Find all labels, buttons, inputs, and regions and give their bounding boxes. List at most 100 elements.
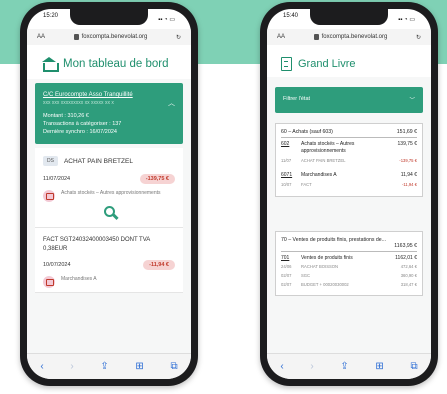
page-content: Mon tableau de bord C/C Eurocompte Asso … <box>27 47 191 353</box>
entry-date: 02/07 <box>281 281 292 287</box>
address-bar[interactable]: AA foxcompta.benevolat.org ↻ <box>267 29 431 45</box>
page-header: Mon tableau de bord <box>27 47 191 79</box>
transaction-category[interactable]: Marchandises A <box>43 276 175 289</box>
ledger-book-icon <box>281 57 292 71</box>
entry-date: 02/07 <box>281 273 292 279</box>
cart-icon <box>43 276 55 289</box>
share-icon[interactable]: ⇪ <box>340 361 348 372</box>
entry-label: RACHAT BOISSON <box>301 264 339 270</box>
url-field[interactable]: foxcompta.benevolat.org <box>313 34 388 40</box>
line-amount: 1162,01 € <box>395 254 417 261</box>
phone-left-screen: 15:20 ▪▪ ◔ ▭ AA foxcompta.benevolat.org … <box>27 9 191 379</box>
bookmarks-icon[interactable]: ⊞ <box>375 361 383 372</box>
tabs-icon[interactable]: ⧉ <box>170 361 177 372</box>
entry-amount: -139,75 € <box>399 157 417 163</box>
phone-right-screen: 15:40 ▪▪ ◔ ▭ AA foxcompta.benevolat.org … <box>267 9 431 379</box>
cart-icon <box>43 190 55 203</box>
account-name[interactable]: C/C Eurocompte Asso Tranquillité <box>43 91 175 100</box>
entry-label: ACHAT PAIN BRETZEL <box>301 157 346 163</box>
phone-left: 15:20 ▪▪ ◔ ▭ AA foxcompta.benevolat.org … <box>20 2 198 386</box>
reload-icon[interactable]: ↻ <box>176 34 181 41</box>
reload-icon[interactable]: ↻ <box>416 34 421 41</box>
ledger-entry: 24/06 RACHAT BOISSON 472,64 € <box>281 264 417 270</box>
url-field[interactable]: foxcompta.benevolat.org <box>73 34 148 40</box>
search-icon <box>103 206 115 218</box>
account-to-categorize: Transactions à catégoriser : 137 <box>43 120 122 127</box>
transaction-label: FACT SGT24032400003450 DONT TVA 0,38EUR <box>43 237 150 253</box>
transaction-meta: 10/07/2024 -11,94 € <box>43 260 175 271</box>
section-total: 1163,95 € <box>394 242 417 249</box>
transaction-item[interactable]: FACT SGT24032400003450 DONT TVA 0,38EUR … <box>35 228 183 294</box>
ledger-line[interactable]: 6071 Marchandises A 11,94 € <box>281 172 417 179</box>
ledger-entry: 11/07 ACHAT PAIN BRETZEL -139,75 € <box>281 158 417 164</box>
filter-toggle[interactable]: Filtrer l'état ﹀ <box>275 87 423 113</box>
chevron-up-icon[interactable]: ︿ <box>168 99 175 110</box>
entry-amount: 360,90 € <box>400 273 417 279</box>
transaction-badge: DS <box>43 156 58 167</box>
entry-label: BUDGET + 00020030002 <box>301 281 349 287</box>
category-label: Marchandises A <box>61 276 97 283</box>
ledger-line[interactable]: 701 Ventes de produits finis 1162,01 € <box>281 255 417 262</box>
ledger-section-header: 70 – Ventes de produits finis, prestatio… <box>281 237 417 252</box>
back-icon[interactable]: ‹ <box>280 361 283 372</box>
status-time: 15:20 <box>43 13 59 19</box>
back-icon[interactable]: ‹ <box>40 361 43 372</box>
line-amount: 11,94 € <box>400 172 417 179</box>
phone-right: 15:40 ▪▪ ◔ ▭ AA foxcompta.benevolat.org … <box>260 2 438 386</box>
section-title: 60 – Achats (sauf 603) <box>281 129 333 135</box>
entry-date: 10/07 <box>281 181 292 187</box>
page-title: Mon tableau de bord <box>63 58 169 70</box>
account-card[interactable]: C/C Eurocompte Asso Tranquillité xxx xxx… <box>35 83 183 145</box>
section-total: 151,69 € <box>396 129 417 135</box>
page-header: Grand Livre <box>267 47 431 77</box>
transaction-category[interactable]: Achats stockés – Autres approvisionnemen… <box>43 190 175 203</box>
lock-icon <box>73 34 79 40</box>
ledger-section: 70 – Ventes de produits finis, prestatio… <box>275 230 423 297</box>
ledger-entry: 02/07 SGC 360,90 € <box>281 273 417 279</box>
share-icon[interactable]: ⇪ <box>100 361 108 372</box>
bank-icon <box>41 57 59 72</box>
status-time: 15:40 <box>283 13 299 19</box>
account-label: Ventes de produits finis <box>301 254 353 261</box>
entry-amount: 472,64 € <box>400 264 417 270</box>
account-last-sync: Dernière synchro : 16/07/2024 <box>43 129 117 135</box>
ledger-section-header: 60 – Achats (sauf 603) 151,69 € <box>281 129 417 138</box>
url-text: foxcompta.benevolat.org <box>81 34 148 40</box>
entry-label: SGC <box>301 273 311 279</box>
browser-toolbar: ‹ › ⇪ ⊞ ⧉ <box>267 353 431 379</box>
search-button[interactable] <box>43 202 175 223</box>
account-masked-line: xxx xxx xxxxxxxxx xx xxxxx xx x <box>43 100 114 106</box>
account-label: Achats stockés – Autres approvisionnemen… <box>301 141 355 154</box>
forward-icon[interactable]: › <box>310 361 313 372</box>
ledger-entry: 02/07 BUDGET + 00020030002 318,47 € <box>281 282 417 288</box>
text-size-button[interactable]: AA <box>277 34 285 40</box>
account-number[interactable]: 701 <box>281 255 299 262</box>
tabs-icon[interactable]: ⧉ <box>410 361 417 372</box>
address-bar[interactable]: AA foxcompta.benevolat.org ↻ <box>27 29 191 45</box>
line-amount: 139,75 € <box>397 141 417 147</box>
transaction-date: 10/07/2024 <box>43 262 71 269</box>
ledger-section: 60 – Achats (sauf 603) 151,69 € 602 Acha… <box>275 123 423 197</box>
text-size-button[interactable]: AA <box>37 34 45 40</box>
category-label: Achats stockés – Autres approvisionnemen… <box>61 190 161 197</box>
transaction-meta: 11/07/2024 -139,75 € <box>43 174 175 185</box>
transaction-item[interactable]: DS ACHAT PAIN BRETZEL 11/07/2024 -139,75… <box>35 148 183 229</box>
entry-date: 11/07 <box>281 157 292 163</box>
status-icons: ▪▪ ◔ ▭ <box>158 16 175 23</box>
browser-toolbar: ‹ › ⇪ ⊞ ⧉ <box>27 353 191 379</box>
transaction-header: DS ACHAT PAIN BRETZEL <box>43 156 175 167</box>
status-icons: ▪▪ ◔ ▭ <box>398 16 415 23</box>
filter-label: Filtrer l'état <box>283 96 311 102</box>
account-label: Marchandises A <box>301 172 337 179</box>
url-text: foxcompta.benevolat.org <box>321 34 388 40</box>
account-number[interactable]: 602 <box>281 141 299 155</box>
page-content: Grand Livre Filtrer l'état ﹀ 60 – Achats… <box>267 47 431 353</box>
ledger-line[interactable]: 602 Achats stockés – Autres approvisionn… <box>281 141 417 155</box>
entry-date: 24/06 <box>281 264 292 270</box>
transaction-amount: -139,75 € <box>139 174 175 185</box>
transaction-date: 11/07/2024 <box>43 176 71 183</box>
bookmarks-icon[interactable]: ⊞ <box>135 361 143 372</box>
account-number[interactable]: 6071 <box>281 172 299 179</box>
entry-label: FACT <box>301 181 312 187</box>
forward-icon[interactable]: › <box>70 361 73 372</box>
